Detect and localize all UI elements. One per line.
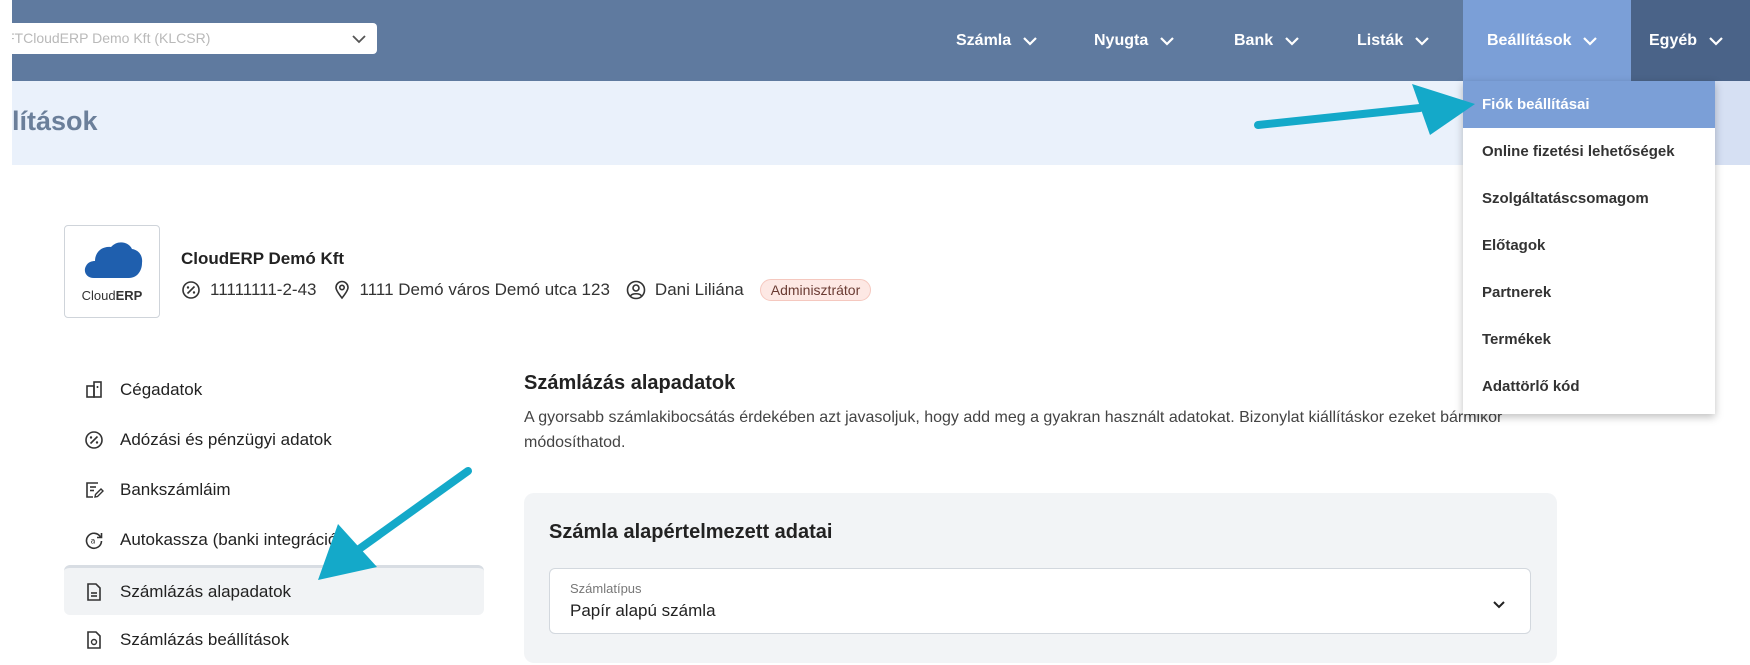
menu-item-termekek[interactable]: Termékek: [1463, 316, 1715, 363]
top-navigation: FTCloudERP Demo Kft (KLCSR) Számla Nyugt…: [0, 0, 1750, 81]
chevron-down-icon: [1583, 36, 1598, 46]
sidenav-item-adozasi[interactable]: Adózási és pénzügyi adatok: [64, 415, 484, 465]
company-select[interactable]: FTCloudERP Demo Kft (KLCSR): [0, 23, 377, 54]
chevron-down-icon: [351, 32, 367, 50]
building-icon: [86, 381, 102, 398]
title-bar-accent: [1710, 81, 1750, 165]
sidenav-item-bankszamlaim[interactable]: Bankszámláim: [64, 465, 484, 515]
company-select-value: FTCloudERP Demo Kft (KLCSR): [6, 30, 211, 46]
menu-item-online-fizetesi[interactable]: Online fizetési lehetőségek: [1463, 128, 1715, 175]
left-edge-strip: [0, 0, 12, 638]
company-name: CloudERP Demó Kft: [181, 249, 345, 268]
percent-icon: [182, 281, 200, 299]
settings-dropdown-menu: Fiók beállításai Online fizetési lehetős…: [1463, 81, 1715, 414]
menu-item-szolgaltatascsomagom[interactable]: Szolgáltatáscsomagom: [1463, 175, 1715, 222]
field-value: Papír alapú számla: [570, 601, 716, 620]
menu-item-fiok-beallitasai[interactable]: Fiók beállításai: [1463, 81, 1715, 128]
logo-wordmark: CloudERP: [81, 288, 143, 303]
card-title: Számla alapértelmezett adatai: [549, 521, 833, 543]
sidenav-label: Számlázás alapadatok: [120, 581, 292, 601]
chevron-down-icon: [1160, 36, 1175, 46]
sidenav-item-autokassza[interactable]: a Autokassza (banki integráció): [64, 515, 484, 565]
nav-label: Egyéb: [1649, 31, 1698, 49]
company-meta: 11111111-2-43 1111 Demó város Demó utca …: [181, 279, 872, 301]
cloud-icon: [84, 242, 143, 278]
menu-item-elotagok[interactable]: Előtagok: [1463, 222, 1715, 269]
sidenav-label: Autokassza (banki integráció): [120, 530, 344, 549]
nav-nyugta[interactable]: Nyugta: [1094, 0, 1175, 81]
page-title: lítások: [12, 106, 98, 136]
user-info: Dani Liliána: [626, 280, 744, 300]
sidenav-label: Bankszámláim: [120, 480, 231, 499]
nav-label: Beállítások: [1487, 31, 1572, 49]
settings-sidenav: Cégadatok Adózási és pénzügyi adatok Ban…: [64, 365, 484, 665]
sidenav-item-cegadatok[interactable]: Cégadatok: [64, 365, 484, 415]
chevron-down-icon: [1492, 597, 1506, 615]
field-label: Számlatípus: [570, 581, 642, 596]
nav-label: Nyugta: [1094, 31, 1149, 49]
company-logo: CloudERP: [64, 225, 160, 318]
section-title: Számlázás alapadatok: [524, 372, 736, 394]
menu-item-adattorlo-kod[interactable]: Adattörlő kód: [1463, 363, 1715, 410]
percent-icon: [85, 431, 103, 449]
nav-szamla[interactable]: Számla: [956, 0, 1037, 81]
nav-label: Bank: [1234, 31, 1274, 49]
nav-label: Listák: [1357, 31, 1404, 49]
nav-bank[interactable]: Bank: [1234, 0, 1299, 81]
menu-item-partnerek[interactable]: Partnerek: [1463, 269, 1715, 316]
document-icon: [87, 582, 101, 601]
document-settings-icon: [87, 631, 101, 649]
chevron-down-icon: [1023, 36, 1037, 46]
nav-listak[interactable]: Listák: [1357, 0, 1430, 81]
chevron-down-icon: [1285, 36, 1299, 46]
sidenav-label: Cégadatok: [120, 380, 203, 399]
location-pin-icon: [334, 280, 349, 300]
edit-document-icon: [86, 482, 104, 498]
user-icon: [626, 280, 646, 300]
role-badge: Adminisztrátor: [759, 279, 872, 301]
tax-number: 11111111-2-43: [181, 280, 317, 300]
svg-text:a: a: [91, 537, 96, 546]
sidenav-item-szamlazas-alapadatok[interactable]: Számlázás alapadatok: [64, 565, 484, 615]
chevron-down-icon: [1709, 36, 1723, 46]
sidenav-label: Adózási és pénzügyi adatok: [120, 430, 332, 449]
nav-beallitasok[interactable]: Beállítások: [1463, 0, 1631, 81]
chevron-down-icon: [1415, 36, 1430, 46]
sidenav-label: Számlázás beállítások: [120, 630, 290, 649]
sync-icon: a: [85, 532, 103, 550]
nav-label: Számla: [956, 31, 1012, 49]
company-address: 1111 Demó város Demó utca 123: [333, 280, 610, 300]
section-description: A gyorsabb számlakibocsátás érdekében az…: [524, 409, 1503, 451]
nav-egyeb[interactable]: Egyéb: [1631, 0, 1750, 81]
invoice-type-select[interactable]: Számlatípus Papír alapú számla: [549, 568, 1531, 634]
sidenav-item-szamlazas-beallitasok[interactable]: Számlázás beállítások: [64, 615, 484, 665]
